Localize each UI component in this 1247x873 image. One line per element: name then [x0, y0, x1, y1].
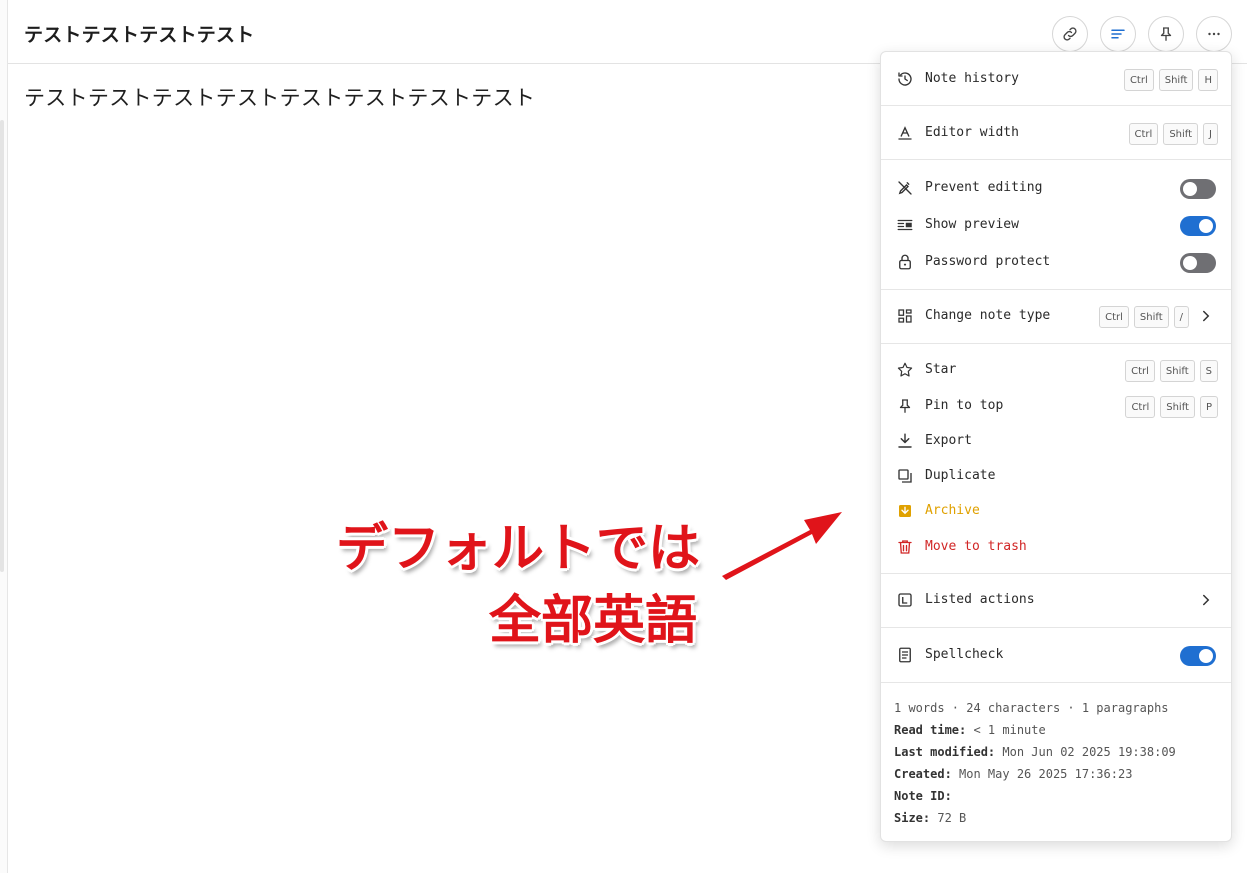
download-icon	[895, 431, 915, 451]
shortcut: Ctrl Shift P	[1125, 396, 1218, 418]
divider	[881, 289, 1231, 290]
shortcut-key: Shift	[1133, 306, 1169, 328]
divider	[881, 573, 1231, 574]
preview-icon	[895, 215, 915, 235]
divider	[881, 105, 1231, 106]
more-icon	[1208, 32, 1220, 36]
menu-item-label: Password protect	[925, 254, 1051, 269]
note-title[interactable]: テストテストテストテスト	[24, 20, 254, 47]
document-icon	[895, 645, 915, 665]
annotation-text-line2: 全部英語	[489, 591, 698, 651]
divider	[881, 682, 1231, 683]
menu-item-label: Move to trash	[925, 539, 1027, 554]
trash-icon	[895, 537, 915, 557]
menu-item-label: Duplicate	[925, 468, 996, 483]
shortcut: Ctrl Shift H	[1123, 69, 1218, 91]
shortcut-key: Shift	[1159, 360, 1195, 382]
shortcut-key: /	[1173, 306, 1189, 328]
left-pane-scrollbar[interactable]	[0, 120, 4, 572]
password-protect-toggle[interactable]	[1180, 253, 1216, 273]
star-icon	[895, 360, 915, 380]
shortcut-key: Ctrl	[1123, 69, 1154, 91]
menu-item-label: Archive	[925, 503, 980, 518]
archive-icon	[895, 501, 915, 521]
more-options-button[interactable]	[1196, 16, 1232, 52]
menu-item-label: Show preview	[925, 217, 1019, 232]
menu-item-prevent-editing[interactable]: Prevent editing	[881, 173, 1231, 203]
menu-item-label: Prevent editing	[925, 180, 1043, 195]
menu-item-archive[interactable]: Archive	[881, 496, 1231, 526]
chevron-right-icon	[1203, 310, 1210, 322]
menu-item-label: Star	[925, 362, 957, 377]
annotation-text-line1: デフォルトでは	[336, 519, 701, 579]
listed-icon	[895, 590, 915, 610]
menu-item-label: Pin to top	[925, 398, 1004, 413]
display-options-button[interactable]	[1100, 16, 1136, 52]
read-time-row: Read time: < 1 minute	[894, 723, 1046, 737]
menu-item-show-preview[interactable]: Show preview	[881, 210, 1231, 240]
prevent-editing-toggle[interactable]	[1180, 179, 1216, 199]
divider	[881, 159, 1231, 160]
shortcut-key: Shift	[1163, 123, 1199, 145]
note-options-menu: Note history Ctrl Shift H Editor width C…	[880, 51, 1232, 842]
menu-item-label: Change note type	[925, 308, 1051, 323]
shortcut-key: Shift	[1160, 396, 1195, 418]
note-info: 1 words · 24 characters · 1 paragraphs R…	[894, 697, 1176, 829]
note-id-row: Note ID:	[894, 789, 952, 803]
shortcut: Ctrl Shift S	[1125, 360, 1218, 382]
shortcut: Ctrl Shift /	[1099, 306, 1189, 328]
menu-item-label: Editor width	[925, 125, 1019, 140]
spellcheck-toggle[interactable]	[1180, 646, 1216, 666]
shortcut-key: J	[1203, 123, 1218, 145]
link-icon	[1063, 27, 1077, 41]
shortcut-key: Ctrl	[1099, 306, 1129, 328]
size-row: Size: 72 B	[894, 811, 967, 825]
menu-item-change-note-type[interactable]: Change note type Ctrl Shift /	[881, 301, 1231, 331]
pin-icon	[1160, 27, 1172, 41]
link-button[interactable]	[1052, 16, 1088, 52]
duplicate-icon	[895, 466, 915, 486]
note-type-icon	[895, 306, 915, 326]
note-stats: 1 words · 24 characters · 1 paragraphs	[894, 701, 1169, 715]
menu-item-label: Export	[925, 433, 972, 448]
lock-icon	[895, 252, 915, 272]
menu-item-star[interactable]: Star Ctrl Shift S	[881, 355, 1231, 385]
menu-item-label: Listed actions	[925, 592, 1035, 607]
menu-item-password-protect[interactable]: Password protect	[881, 247, 1231, 277]
menu-item-spellcheck[interactable]: Spellcheck	[881, 640, 1231, 670]
menu-item-label: Spellcheck	[925, 647, 1004, 662]
chevron-right-icon	[1203, 594, 1210, 606]
shortcut: Ctrl Shift J	[1128, 123, 1218, 145]
menu-item-pin-to-top[interactable]: Pin to top Ctrl Shift P	[881, 391, 1231, 421]
created-row: Created: Mon May 26 2025 17:36:23	[894, 767, 1133, 781]
menu-item-listed-actions[interactable]: Listed actions	[881, 585, 1231, 615]
shortcut-key: Ctrl	[1125, 396, 1156, 418]
pin-icon	[895, 396, 915, 416]
menu-item-label: Note history	[925, 71, 1019, 86]
pencil-off-icon	[895, 178, 915, 198]
menu-item-note-history[interactable]: Note history Ctrl Shift H	[881, 64, 1231, 94]
last-modified-row: Last modified: Mon Jun 02 2025 19:38:09	[894, 745, 1176, 759]
note-editor-text[interactable]: テストテストテストテストテストテストテストテスト	[24, 82, 535, 112]
history-icon	[895, 69, 915, 89]
shortcut-key: P	[1199, 396, 1218, 418]
shortcut-key: Ctrl	[1125, 360, 1155, 382]
shortcut-key: H	[1198, 69, 1218, 91]
text-width-icon	[895, 123, 915, 143]
annotation-arrow-icon	[719, 509, 845, 583]
pin-button[interactable]	[1148, 16, 1184, 52]
divider	[881, 627, 1231, 628]
menu-item-duplicate[interactable]: Duplicate	[881, 461, 1231, 491]
menu-item-move-to-trash[interactable]: Move to trash	[881, 532, 1231, 562]
menu-item-export[interactable]: Export	[881, 426, 1231, 456]
text-lines-icon	[1111, 29, 1125, 39]
menu-item-editor-width[interactable]: Editor width Ctrl Shift J	[881, 118, 1231, 148]
show-preview-toggle[interactable]	[1180, 216, 1216, 236]
shortcut-key: S	[1199, 360, 1218, 382]
divider	[881, 343, 1231, 344]
shortcut-key: Shift	[1158, 69, 1194, 91]
shortcut-key: Ctrl	[1128, 123, 1159, 145]
